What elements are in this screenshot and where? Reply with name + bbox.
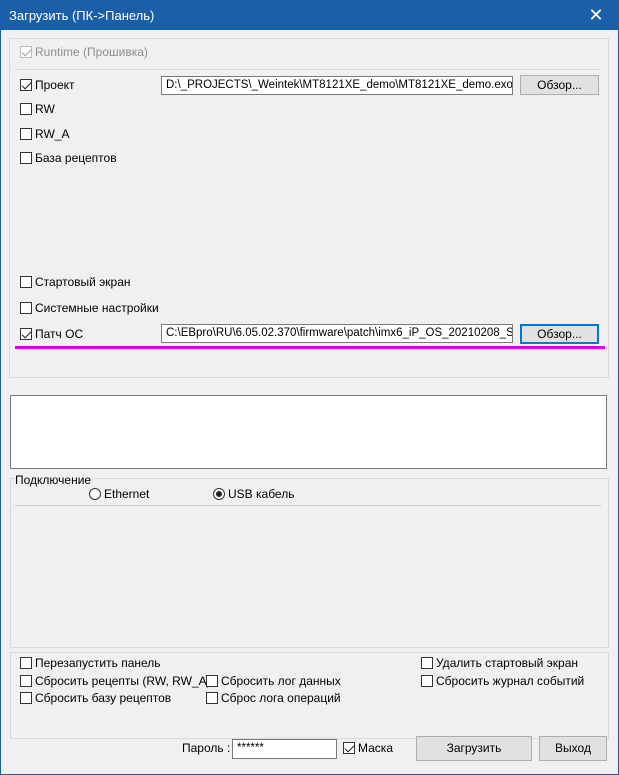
usb-label: USB кабель — [228, 487, 295, 501]
os-patch-check-icon — [20, 328, 32, 340]
runtime-check-icon — [20, 46, 32, 58]
mask-check-icon — [343, 742, 355, 754]
reset-event-log-box-icon — [421, 675, 433, 687]
delete-startup-box-icon — [421, 657, 433, 669]
reset-data-log-label: Сбросить лог данных — [221, 674, 341, 688]
password-label: Пароль : — [182, 741, 231, 755]
rw-checkbox[interactable]: RW — [20, 101, 55, 117]
project-browse-button[interactable]: Обзор... — [520, 75, 599, 95]
password-field[interactable]: ****** — [232, 739, 337, 759]
reset-data-log-box-icon — [206, 675, 218, 687]
os-patch-browse-button[interactable]: Обзор... — [520, 324, 599, 344]
reset-recipes-box-icon — [20, 675, 32, 687]
reset-op-log-checkbox[interactable]: Сброс лога операций — [206, 690, 341, 706]
system-settings-box-icon — [20, 302, 32, 314]
restart-panel-checkbox[interactable]: Перезапустить панель — [20, 655, 161, 671]
reset-data-log-checkbox[interactable]: Сбросить лог данных — [206, 673, 341, 689]
reset-event-log-checkbox[interactable]: Сбросить журнал событий — [421, 673, 584, 689]
usb-radio[interactable]: USB кабель — [213, 486, 294, 502]
reset-recipe-db-label: Сбросить базу рецептов — [35, 691, 172, 705]
reset-event-log-label: Сбросить журнал событий — [436, 674, 585, 688]
ethernet-radio[interactable]: Ethernet — [89, 486, 149, 502]
connection-group — [10, 478, 609, 648]
os-patch-label: Патч ОС — [35, 327, 84, 341]
startup-screen-checkbox[interactable]: Стартовый экран — [20, 274, 131, 290]
reset-recipe-db-box-icon — [20, 692, 32, 704]
project-checkbox[interactable]: Проект — [20, 77, 75, 93]
system-settings-checkbox[interactable]: Системные настройки — [20, 300, 159, 316]
restart-panel-box-icon — [20, 657, 32, 669]
reset-op-log-label: Сброс лога операций — [221, 691, 341, 705]
rw-a-label: RW_A — [35, 127, 70, 141]
project-check-icon — [20, 79, 32, 91]
system-settings-label: Системные настройки — [35, 301, 159, 315]
close-icon[interactable]: ✕ — [573, 0, 619, 30]
startup-screen-box-icon — [20, 276, 32, 288]
connection-title: Подключение — [15, 473, 95, 487]
window-title: Загрузить (ПК->Панель) — [9, 8, 155, 23]
ethernet-label: Ethernet — [104, 487, 150, 501]
project-label: Проект — [35, 78, 75, 92]
runtime-label: Runtime (Прошивка) — [35, 45, 148, 59]
exit-button[interactable]: Выход — [539, 736, 607, 761]
separator-line — [15, 69, 601, 70]
project-path-field[interactable]: D:\_PROJECTS\_Weintek\MT8121XE_demo\MT81… — [161, 76, 513, 95]
reset-recipes-label: Сбросить рецепты (RW, RW_A) — [35, 674, 211, 688]
rw-a-checkbox[interactable]: RW_A — [20, 126, 69, 142]
rw-box-icon — [20, 103, 32, 115]
download-button[interactable]: Загрузить — [416, 736, 532, 761]
connection-separator — [15, 505, 601, 506]
mask-checkbox[interactable]: Маска — [343, 740, 393, 756]
runtime-checkbox[interactable]: Runtime (Прошивка) — [20, 44, 148, 60]
mask-label: Маска — [358, 741, 393, 755]
usb-radio-icon — [213, 488, 225, 500]
highlight-underline — [15, 346, 605, 349]
reset-recipes-checkbox[interactable]: Сбросить рецепты (RW, RW_A) — [20, 673, 211, 689]
log-area[interactable] — [10, 395, 607, 469]
delete-startup-label: Удалить стартовый экран — [436, 656, 579, 670]
reset-op-log-box-icon — [206, 692, 218, 704]
startup-screen-label: Стартовый экран — [35, 275, 131, 289]
rw-label: RW — [35, 102, 55, 116]
dialog-client: Runtime (Прошивка) Проект D:\_PROJECTS\_… — [1, 30, 618, 774]
rw-a-box-icon — [20, 128, 32, 140]
os-patch-checkbox[interactable]: Патч ОС — [20, 326, 83, 342]
reset-recipe-db-checkbox[interactable]: Сбросить базу рецептов — [20, 690, 171, 706]
restart-panel-label: Перезапустить панель — [35, 656, 161, 670]
recipe-db-checkbox[interactable]: База рецептов — [20, 150, 117, 166]
recipe-db-box-icon — [20, 152, 32, 164]
ethernet-radio-icon — [89, 488, 101, 500]
delete-startup-checkbox[interactable]: Удалить стартовый экран — [421, 655, 578, 671]
recipe-db-label: База рецептов — [35, 151, 117, 165]
title-bar: Загрузить (ПК->Панель) ✕ — [0, 0, 619, 30]
os-patch-path-field[interactable]: C:\EBpro\RU\6.05.02.370\firmware\patch\i… — [161, 324, 513, 343]
